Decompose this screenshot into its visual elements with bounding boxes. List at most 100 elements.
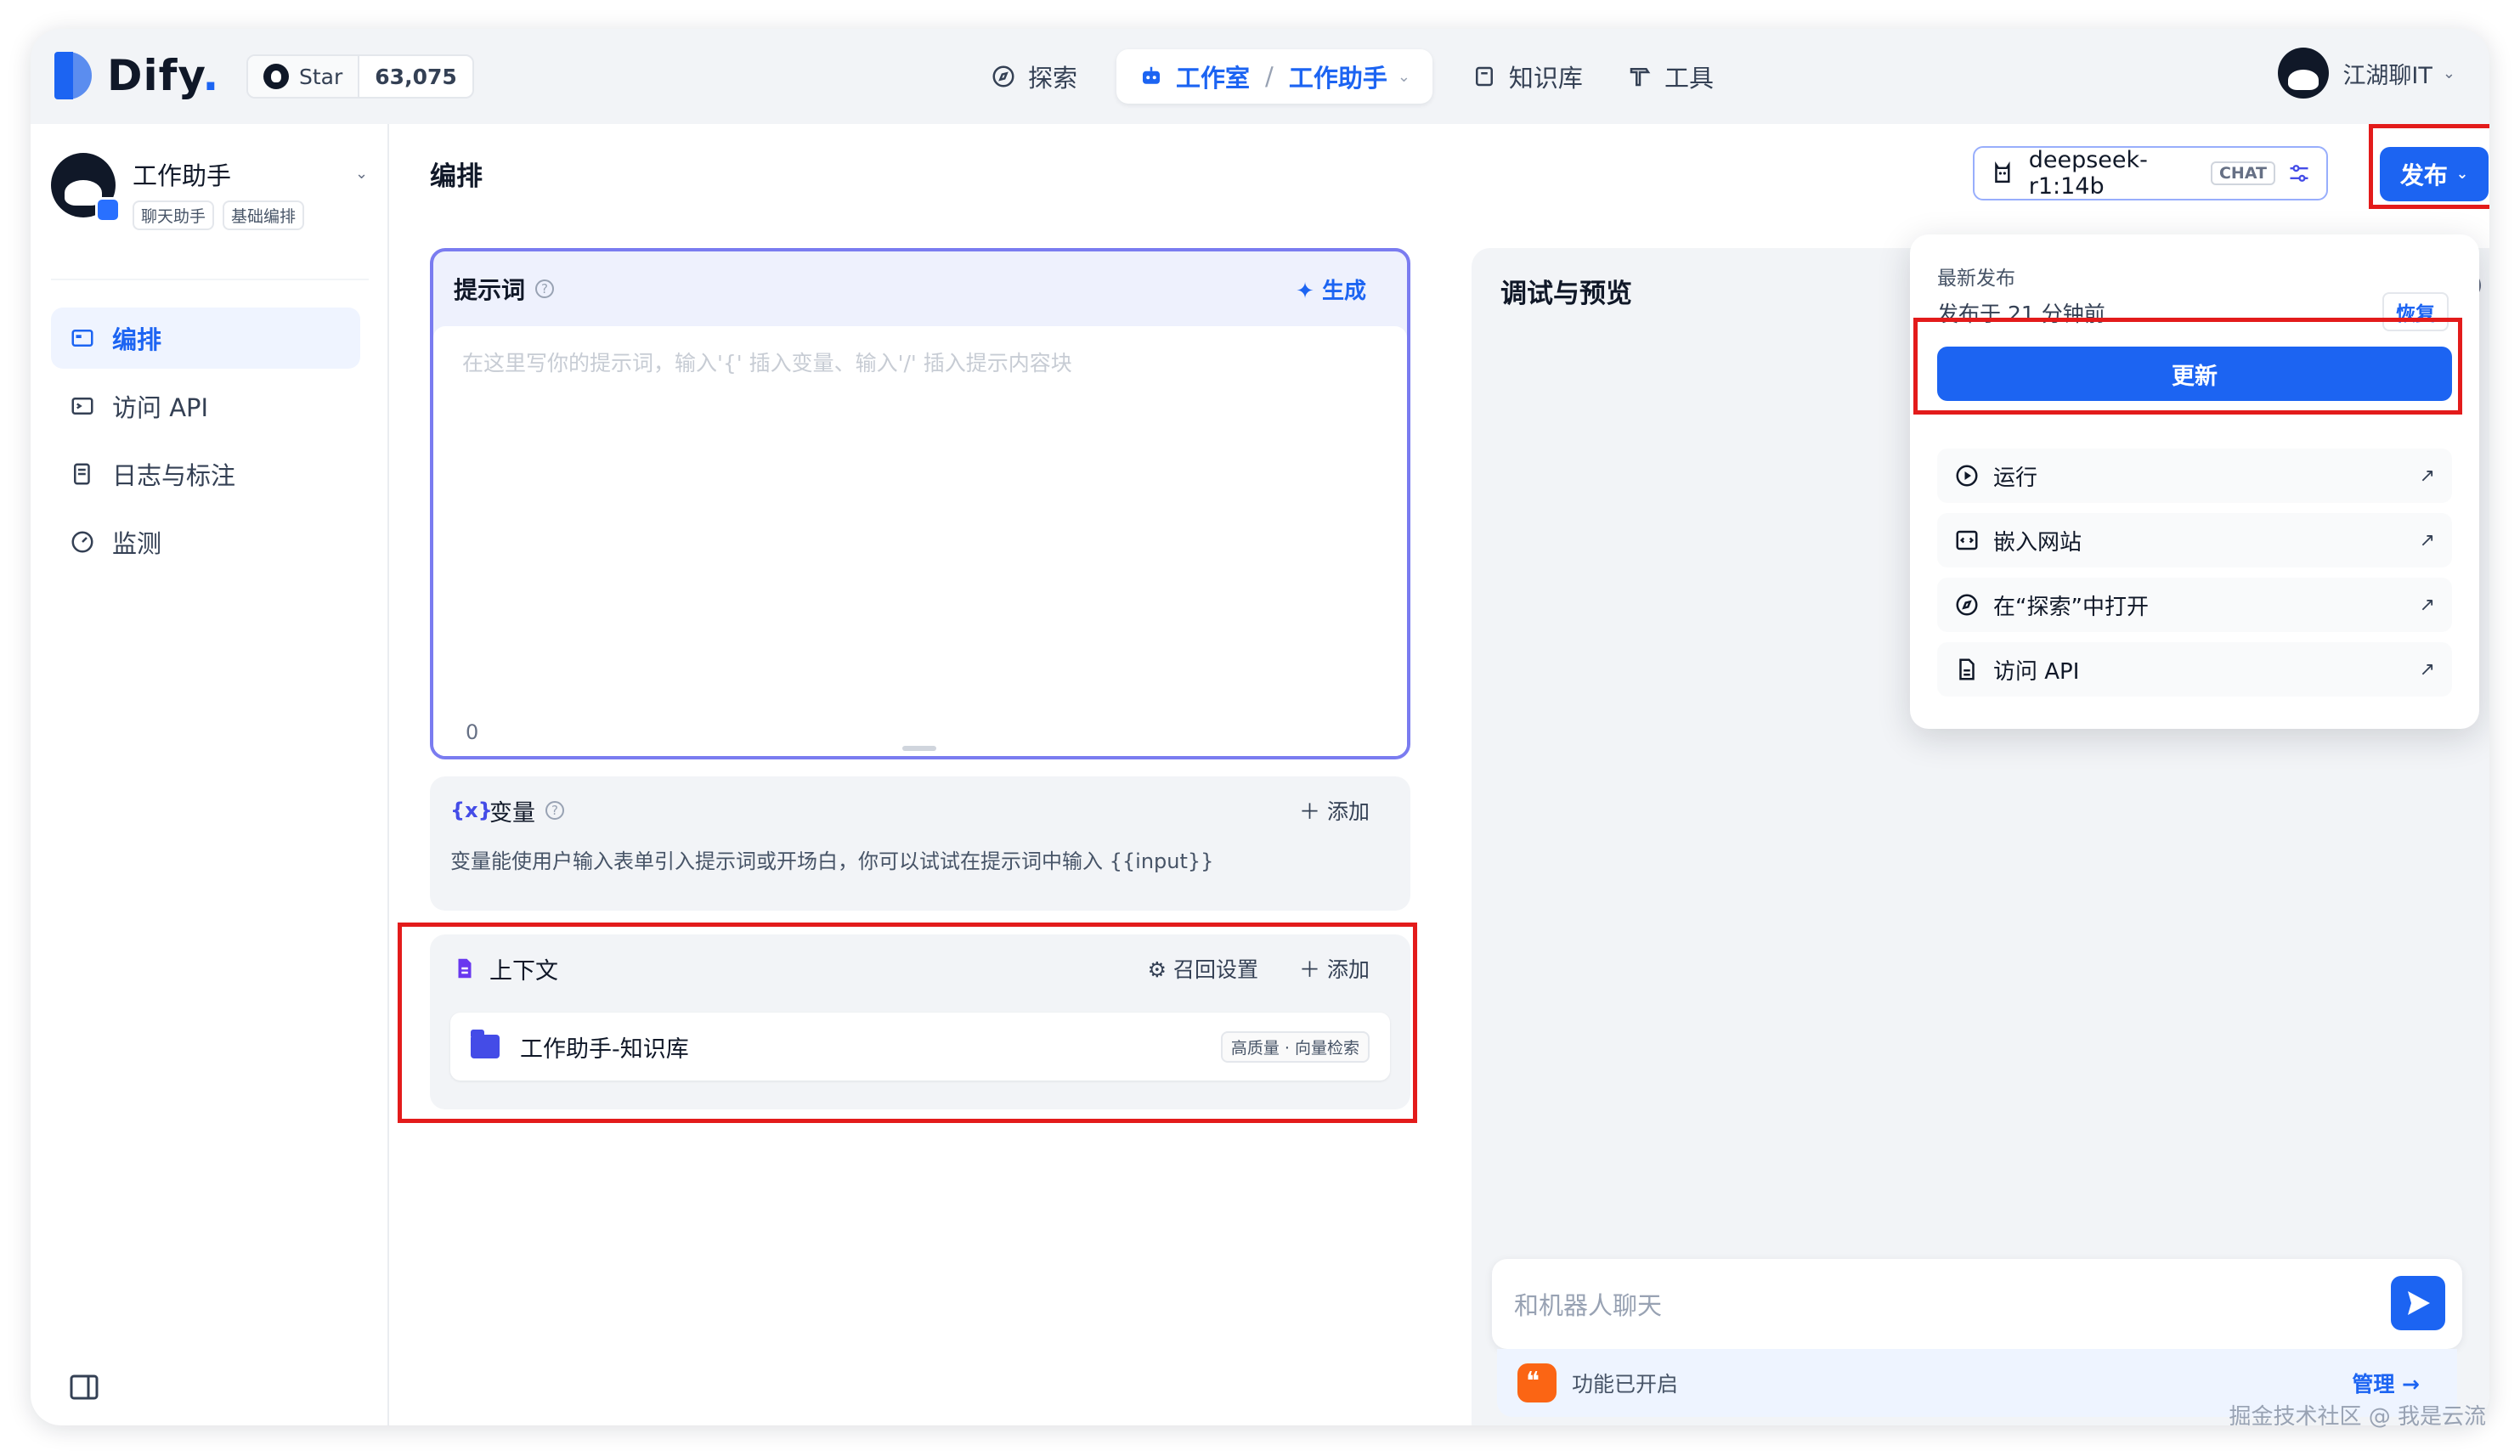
update-highlight bbox=[1913, 318, 2462, 415]
app-type-tag: 聊天助手 bbox=[133, 200, 215, 230]
sidebar-item-label: 编排 bbox=[112, 325, 162, 354]
app-sidebar: 工作助手 聊天助手 基础编排 ⌄ 编排 访问 API 日志与标注 监测 bbox=[31, 124, 389, 1425]
model-icon bbox=[1995, 161, 2010, 183]
generate-button[interactable]: ✦ 生成 bbox=[1296, 274, 1366, 305]
chat-badge-icon bbox=[95, 197, 121, 223]
embed-website-item[interactable]: 嵌入网站 ↗ bbox=[1937, 513, 2452, 567]
watermark: 掘金技术社区 @ 我是云流 bbox=[2229, 1404, 2486, 1430]
nav-separator: / bbox=[1265, 62, 1274, 91]
github-icon bbox=[263, 64, 289, 89]
play-icon bbox=[1956, 465, 1978, 487]
github-star-widget[interactable]: Star 63,075 bbox=[246, 54, 474, 99]
external-link-icon: ↗ bbox=[2419, 529, 2435, 551]
logo-suffix: . bbox=[202, 51, 220, 100]
nav-current-app[interactable]: 工作助手 bbox=[1289, 59, 1387, 94]
chevron-down-icon: ⌄ bbox=[2442, 64, 2455, 82]
publish-actions: 运行 ↗ 嵌入网站 ↗ 在“探索”中打开 ↗ 访问 API ↗ bbox=[1937, 449, 2452, 707]
variables-card: {x} 变量 ? ＋ 添加 变量能使用户输入表单引入提示词或开场白，你可以试试在… bbox=[430, 776, 1410, 911]
chevron-down-icon[interactable]: ⌄ bbox=[1398, 68, 1410, 86]
prompt-placeholder: 在这里写你的提示词，输入'{' 插入变量、输入'/' 插入提示内容块 bbox=[462, 351, 1072, 375]
publish-button[interactable]: 发布 ⌄ bbox=[2380, 147, 2489, 201]
hammer-icon bbox=[1630, 68, 1651, 87]
publish-label: 发布 bbox=[2399, 161, 2448, 189]
user-menu[interactable]: 江湖聊IT ⌄ bbox=[2278, 48, 2455, 99]
latest-publish-label: 最新发布 bbox=[1937, 268, 2015, 290]
sidebar-item-monitor[interactable]: 监测 bbox=[51, 511, 360, 573]
nav-knowledge[interactable]: 知识库 bbox=[1449, 49, 1605, 104]
github-star-count[interactable]: 63,075 bbox=[359, 56, 472, 97]
settings-sliders-icon[interactable] bbox=[2287, 161, 2311, 186]
user-name: 江湖聊IT bbox=[2342, 62, 2432, 89]
chat-placeholder: 和机器人聊天 bbox=[1514, 1291, 1663, 1320]
sidebar-item-orchestrate[interactable]: 编排 bbox=[51, 308, 360, 369]
menu-item-label: 运行 bbox=[1993, 465, 2038, 491]
publish-highlight: 发布 ⌄ bbox=[2369, 124, 2489, 209]
model-type-badge: CHAT bbox=[2210, 161, 2276, 185]
app-info[interactable]: 工作助手 聊天助手 基础编排 bbox=[51, 153, 313, 230]
external-link-icon: ↗ bbox=[2419, 658, 2435, 680]
chat-input[interactable]: 和机器人聊天 bbox=[1492, 1259, 2462, 1349]
generate-label: 生成 bbox=[1321, 278, 1366, 304]
manage-features-button[interactable]: 管理 → bbox=[2352, 1368, 2420, 1398]
app-mode-tag: 基础编排 bbox=[223, 200, 305, 230]
publish-dropdown: 最新发布 发布于 21 分钟前 恢复 更新 运行 ↗ 嵌入网站 ↗ 在“探索”中… bbox=[1910, 234, 2479, 729]
sidebar-item-logs[interactable]: 日志与标注 bbox=[51, 443, 360, 505]
sidebar-item-label: 监测 bbox=[112, 529, 162, 558]
nav-knowledge-label: 知识库 bbox=[1508, 64, 1583, 93]
resize-handle[interactable] bbox=[902, 746, 936, 751]
chevron-down-icon: ⌄ bbox=[2455, 166, 2469, 183]
run-app-item[interactable]: 运行 ↗ bbox=[1937, 449, 2452, 503]
nav-explore[interactable]: 探索 bbox=[969, 49, 1099, 104]
help-icon[interactable]: ? bbox=[545, 801, 564, 820]
model-selector[interactable]: deepseek-r1:14b CHAT bbox=[1973, 146, 2328, 200]
nav-studio[interactable]: 工作室 / 工作助手 ⌄ bbox=[1116, 49, 1432, 104]
dify-logo-icon bbox=[54, 52, 93, 99]
sidebar-item-label: 访问 API bbox=[112, 393, 209, 422]
user-avatar bbox=[2278, 48, 2330, 99]
quote-icon bbox=[1517, 1363, 1557, 1402]
nav-tools-label: 工具 bbox=[1664, 64, 1714, 93]
top-navbar: Dify. Star 63,075 探索 工作室 / 工作助手 ⌄ 知识库 工具… bbox=[31, 29, 2489, 124]
chevron-down-icon[interactable]: ⌄ bbox=[355, 165, 368, 183]
main-nav: 探索 工作室 / 工作助手 ⌄ 知识库 工具 bbox=[969, 49, 1736, 104]
sidebar-item-label: 日志与标注 bbox=[112, 461, 236, 490]
page-title: 编排 bbox=[430, 161, 483, 192]
external-link-icon: ↗ bbox=[2419, 465, 2435, 487]
file-icon bbox=[1959, 658, 1975, 680]
external-link-icon: ↗ bbox=[2419, 594, 2435, 616]
app-window: Dify. Star 63,075 探索 工作室 / 工作助手 ⌄ 知识库 工具… bbox=[31, 29, 2489, 1425]
prompt-label: 提示词 bbox=[454, 276, 526, 304]
help-icon[interactable]: ? bbox=[535, 279, 555, 298]
variables-description: 变量能使用户输入表单引入提示词或开场白，你可以试试在提示词中输入 {{input… bbox=[450, 849, 1214, 873]
prompt-char-count: 0 bbox=[466, 720, 479, 744]
gauge-icon bbox=[71, 531, 93, 553]
prompt-textarea[interactable]: 在这里写你的提示词，输入'{' 插入变量、输入'/' 插入提示内容块 0 bbox=[433, 326, 1407, 756]
prompt-editor-card: 提示词 ? ✦ 生成 在这里写你的提示词，输入'{' 插入变量、输入'/' 插入… bbox=[430, 248, 1410, 759]
nav-tools[interactable]: 工具 bbox=[1605, 49, 1736, 104]
menu-item-label: 访问 API bbox=[1993, 658, 2080, 685]
github-star-label: Star bbox=[299, 64, 343, 89]
dify-logo[interactable]: Dify. bbox=[54, 51, 219, 100]
model-name: deepseek-r1:14b bbox=[2028, 147, 2148, 200]
sidebar-item-api[interactable]: 访问 API bbox=[51, 375, 360, 437]
robot-icon bbox=[1143, 66, 1161, 84]
sidebar-toggle-icon[interactable] bbox=[70, 1374, 99, 1400]
context-highlight bbox=[398, 923, 1417, 1123]
add-variable-button[interactable]: ＋ 添加 bbox=[1299, 795, 1370, 826]
github-star-button[interactable]: Star bbox=[248, 56, 360, 97]
open-in-explore-item[interactable]: 在“探索”中打开 ↗ bbox=[1937, 578, 2452, 632]
variables-label: 变量 bbox=[489, 799, 535, 827]
manage-label: 管理 bbox=[2352, 1372, 2395, 1397]
app-name: 工作助手 bbox=[133, 161, 232, 190]
compass-icon bbox=[1956, 594, 1978, 616]
compass-icon bbox=[992, 65, 1014, 87]
menu-item-label: 嵌入网站 bbox=[1993, 529, 2082, 556]
preview-title: 调试与预览 bbox=[1500, 279, 1632, 309]
send-button[interactable] bbox=[2391, 1276, 2445, 1330]
access-api-item[interactable]: 访问 API ↗ bbox=[1937, 642, 2452, 697]
embed-icon bbox=[1956, 530, 1978, 550]
nav-explore-label: 探索 bbox=[1028, 64, 1078, 93]
logo-text: Dify bbox=[107, 51, 203, 100]
terminal-icon bbox=[71, 398, 93, 415]
sidebar-divider bbox=[51, 279, 369, 280]
